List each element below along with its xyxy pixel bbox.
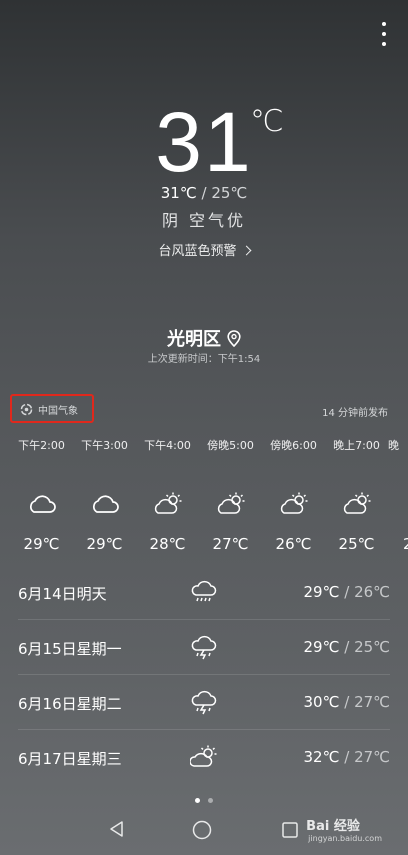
page-indicator[interactable] (0, 788, 408, 807)
range-separator: / (201, 184, 207, 202)
hour-temp: 29℃ (23, 535, 60, 553)
day-high: 30℃ (303, 693, 340, 711)
range-separator: / (344, 583, 350, 601)
day-low: 27℃ (354, 748, 390, 766)
page-dot (208, 798, 213, 803)
page-dot-active (195, 798, 200, 803)
thunderstorm-icon (191, 635, 217, 660)
day-date: 6月16日星期二 (18, 695, 122, 713)
provider-name: 中国气象 (38, 406, 78, 417)
range-separator: / (344, 748, 350, 766)
day-high: 29℃ (303, 583, 340, 601)
home-icon[interactable] (192, 820, 212, 840)
hour-time: 傍晚6:00 (270, 439, 317, 452)
last-updated: 上次更新时间：下午1:54 (147, 354, 261, 365)
hour-item: 下午2:00 29℃ (10, 437, 73, 553)
typhoon-alert-link[interactable]: 台风蓝色预警 (0, 240, 408, 259)
day-low: 25℃ (354, 638, 390, 656)
hour-item: 傍晚6:00 26℃ (262, 437, 325, 553)
hour-item: 晚 2 (388, 437, 408, 553)
hour-temp: 27℃ (212, 535, 249, 553)
chevron-right-icon (241, 245, 251, 256)
partly-sunny-icon (217, 492, 245, 514)
hour-time: 晚上7:00 (333, 439, 380, 452)
hour-time: 下午2:00 (18, 439, 65, 452)
rain-icon (191, 580, 217, 602)
current-temperature: 31 (155, 95, 253, 189)
city-name: 光明区 (167, 329, 221, 350)
weather-condition: 阴 空气优 (161, 211, 247, 230)
hour-temp: 26℃ (275, 535, 312, 553)
day-high: 29℃ (303, 638, 340, 656)
watermark-brand: Bai 经验 (306, 819, 360, 834)
hour-item: 晚上7:00 25℃ (325, 437, 388, 553)
hour-time: 傍晚5:00 (207, 439, 254, 452)
day-temp-range: 32℃ / 27℃ (304, 748, 391, 766)
hour-temp: 25℃ (338, 535, 375, 553)
cma-logo-icon (20, 403, 33, 416)
back-icon[interactable] (108, 820, 126, 838)
day-temp-range: 29℃ / 26℃ (304, 583, 391, 601)
hour-time: 下午3:00 (81, 439, 128, 452)
thunderstorm-icon (191, 690, 217, 715)
baidu-watermark: Bai 经验 jingyan.baidu.com (306, 815, 382, 843)
cloudy-icon (30, 495, 56, 513)
partly-sunny-icon (154, 492, 182, 514)
location-pin-icon (227, 330, 241, 348)
hour-time: 下午4:00 (144, 439, 191, 452)
day-temp-range: 29℃ / 25℃ (304, 638, 391, 656)
hour-item: 傍晚5:00 27℃ (199, 437, 262, 553)
hour-temp: 28℃ (149, 535, 186, 553)
watermark-url: jingyan.baidu.com (308, 834, 382, 843)
partly-sunny-icon (190, 745, 217, 767)
partly-sunny-icon (343, 492, 371, 514)
daily-row[interactable]: 6月16日星期二 30℃ / 27℃ (18, 675, 390, 730)
published-time: 14 分钟前发布 (322, 408, 388, 419)
range-separator: / (344, 638, 350, 656)
more-options-icon[interactable] (380, 22, 388, 46)
alert-label: 台风蓝色预警 (158, 244, 237, 259)
data-provider[interactable]: 中国气象 (20, 402, 78, 417)
hour-item: 下午4:00 28℃ (136, 437, 199, 553)
recent-apps-icon[interactable] (282, 822, 298, 838)
temperature-unit: ℃ (250, 104, 284, 139)
hour-temp: 29℃ (86, 535, 123, 553)
daily-row[interactable]: 6月15日星期一 29℃ / 25℃ (18, 620, 390, 675)
cloudy-icon (93, 495, 119, 513)
today-high: 31℃ (160, 184, 197, 202)
day-low: 27℃ (354, 693, 390, 711)
daily-row[interactable]: 6月17日星期三 32℃ / 27℃ (18, 730, 390, 784)
partly-sunny-icon (280, 492, 308, 514)
today-low: 25℃ (211, 184, 248, 202)
today-temp-range: 31℃ / 25℃ (0, 184, 408, 202)
hourly-forecast[interactable]: 下午2:00 29℃ 下午3:00 29℃ 下午4:00 28℃ 傍晚5:00 … (0, 437, 408, 567)
location-title[interactable]: 光明区 (0, 325, 408, 351)
daily-forecast: 6月14日明天 29℃ / 26℃ 6月15日星期一 29℃ / 25℃ 6月1… (18, 565, 390, 784)
range-separator: / (344, 693, 350, 711)
day-date: 6月14日明天 (18, 585, 107, 603)
hour-temp: 2 (403, 535, 408, 553)
daily-row[interactable]: 6月14日明天 29℃ / 26℃ (18, 565, 390, 620)
hour-time: 晚 (388, 439, 399, 452)
day-date: 6月15日星期一 (18, 640, 122, 658)
hour-item: 下午3:00 29℃ (73, 437, 136, 553)
day-temp-range: 30℃ / 27℃ (304, 693, 391, 711)
day-low: 26℃ (354, 583, 390, 601)
day-high: 32℃ (303, 748, 340, 766)
day-date: 6月17日星期三 (18, 750, 122, 768)
